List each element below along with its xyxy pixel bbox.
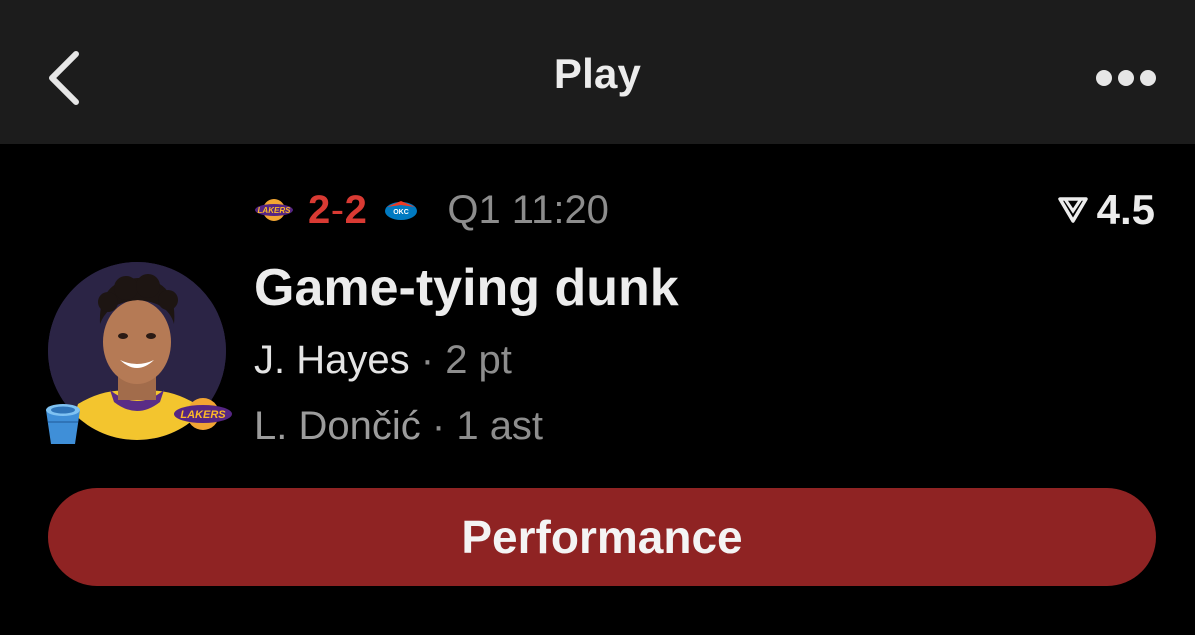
more-dots-icon <box>1096 70 1156 86</box>
rating-icon <box>1057 195 1089 225</box>
play-rating[interactable]: 4.5 <box>1057 186 1155 234</box>
lakers-badge-icon: LAKERS <box>172 394 234 434</box>
stat-separator: · <box>420 338 435 382</box>
rating-value: 4.5 <box>1096 186 1155 233</box>
svg-text:LAKERS: LAKERS <box>258 206 292 215</box>
nav-bar: Play <box>0 0 1195 144</box>
secondary-player-name: L. Dončić <box>254 404 421 448</box>
performance-button[interactable]: Performance <box>48 488 1156 586</box>
score-row: LAKERS 2-2 OKC Q1 11:20 <box>254 186 609 234</box>
thunder-logo-icon: OKC <box>381 197 421 223</box>
stat-separator: · <box>431 404 446 448</box>
secondary-stat-line[interactable]: L. Dončić · 1 ast <box>254 404 543 449</box>
primary-player-name: J. Hayes <box>254 338 410 382</box>
game-clock: Q1 11:20 <box>447 187 609 232</box>
more-button[interactable] <box>1088 60 1164 96</box>
game-score: 2-2 <box>308 188 367 233</box>
svg-text:OKC: OKC <box>394 209 410 216</box>
player-avatar-group[interactable]: LAKERS <box>46 262 232 444</box>
primary-player-stat: 2 pt <box>445 338 512 382</box>
play-title: Game-tying dunk <box>254 259 679 317</box>
secondary-player-stat: 1 ast <box>456 404 544 448</box>
page-title: Play <box>553 50 642 97</box>
away-score: 2 <box>344 187 368 232</box>
bucket-icon <box>40 398 86 448</box>
primary-stat-line[interactable]: J. Hayes · 2 pt <box>254 338 512 383</box>
score-separator: - <box>330 187 345 232</box>
svg-text:LAKERS: LAKERS <box>180 409 226 421</box>
home-score: 2 <box>308 187 331 232</box>
lakers-logo-icon: LAKERS <box>254 197 294 223</box>
